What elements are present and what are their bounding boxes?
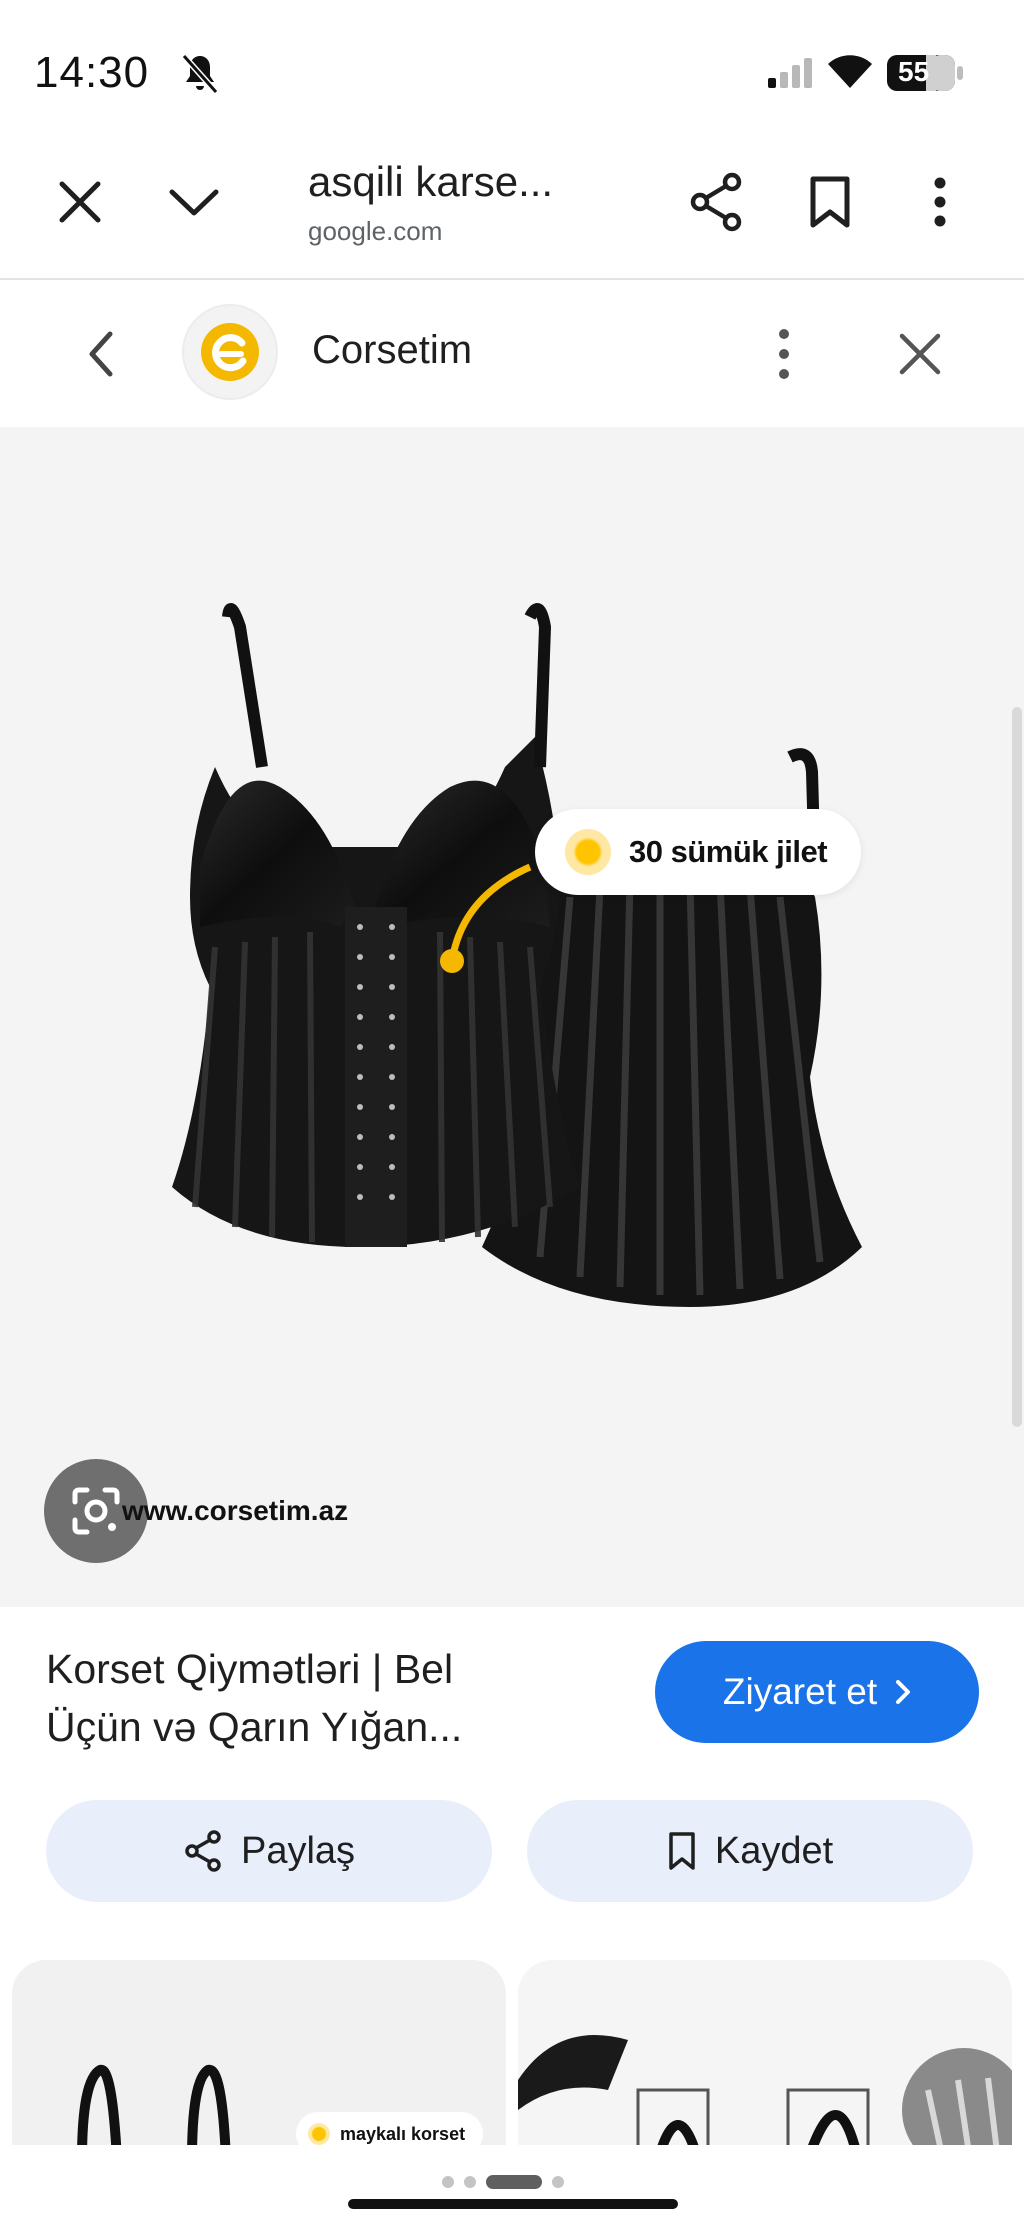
related-image: [518, 2035, 1012, 2160]
bookmark-icon: [810, 176, 850, 228]
more-vert-icon: [934, 177, 946, 227]
bookmark-icon: [669, 1832, 695, 1870]
image-pager: [442, 2175, 564, 2189]
tag-dot-icon: [308, 2123, 330, 2145]
callout-text: 30 sümük jilet: [629, 834, 828, 869]
result-title[interactable]: Korset Qiymətləri | Bel Üçün və Qarın Yı…: [46, 1640, 566, 1756]
signal-icon: [768, 58, 812, 88]
share-icon: [690, 172, 742, 232]
visit-label: Ziyaret et: [722, 1671, 878, 1712]
related-tag-label: maykalı korset: [340, 2123, 466, 2144]
back-button[interactable]: [80, 326, 124, 382]
pager-dot: [552, 2176, 564, 2188]
bottom-area: [0, 2145, 1024, 2219]
page-title: asqili karse...: [308, 158, 554, 205]
home-indicator[interactable]: [348, 2199, 678, 2209]
related-image-card[interactable]: [518, 1960, 1012, 2160]
pager-dot-active: [486, 2175, 542, 2189]
pager-dot: [442, 2176, 454, 2188]
visit-button[interactable]: Ziyaret et: [655, 1641, 979, 1743]
callout-dot-icon: [565, 829, 611, 875]
bookmark-button[interactable]: [800, 170, 860, 234]
minimize-button[interactable]: [162, 172, 226, 232]
image-viewer[interactable]: 30 sümük jilet www.corsetim.az: [0, 427, 1024, 1607]
close-icon: [59, 181, 101, 223]
more-vert-icon[interactable]: [764, 324, 804, 384]
save-label: Kaydet: [714, 1829, 834, 1872]
scrollbar[interactable]: [1012, 707, 1022, 1427]
share-label: Paylaş: [240, 1829, 356, 1872]
product-callout[interactable]: 30 sümük jilet: [535, 809, 862, 895]
status-bar: 14:30 55: [0, 0, 1024, 140]
battery-icon: 55: [886, 54, 964, 92]
more-options-button[interactable]: [920, 170, 960, 234]
result-title-line2: Üçün və Qarın Yığan...: [46, 1704, 463, 1750]
corsetim-logo-icon: [201, 323, 259, 381]
related-image-card[interactable]: maykalı korset: [12, 1960, 506, 2160]
chevron-down-icon: [169, 189, 219, 216]
battery-level: 55: [898, 56, 930, 87]
share-button[interactable]: [684, 170, 748, 234]
source-name[interactable]: Corsetim: [312, 328, 472, 373]
source-header: Corsetim: [0, 282, 1024, 427]
product-image: [172, 603, 862, 1307]
chevron-right-icon: [896, 1680, 911, 1704]
result-title-line1: Korset Qiymətləri | Bel: [46, 1646, 454, 1692]
save-result-button[interactable]: Kaydet: [527, 1800, 973, 1902]
browser-toolbar: asqili karse... google.com: [0, 140, 1024, 280]
image-watermark: www.corsetim.az: [122, 1495, 349, 1526]
status-time: 14:30: [34, 48, 150, 97]
wifi-icon: [824, 55, 872, 88]
pager-dot: [464, 2176, 476, 2188]
bell-off-icon: [181, 54, 219, 94]
share-result-button[interactable]: Paylaş: [46, 1800, 492, 1902]
close-tab-button[interactable]: [50, 172, 110, 232]
source-logo[interactable]: [182, 304, 278, 400]
lens-icon: [72, 1487, 120, 1535]
share-icon: [185, 1830, 221, 1872]
close-icon[interactable]: [890, 324, 950, 384]
page-domain: google.com: [308, 216, 443, 246]
